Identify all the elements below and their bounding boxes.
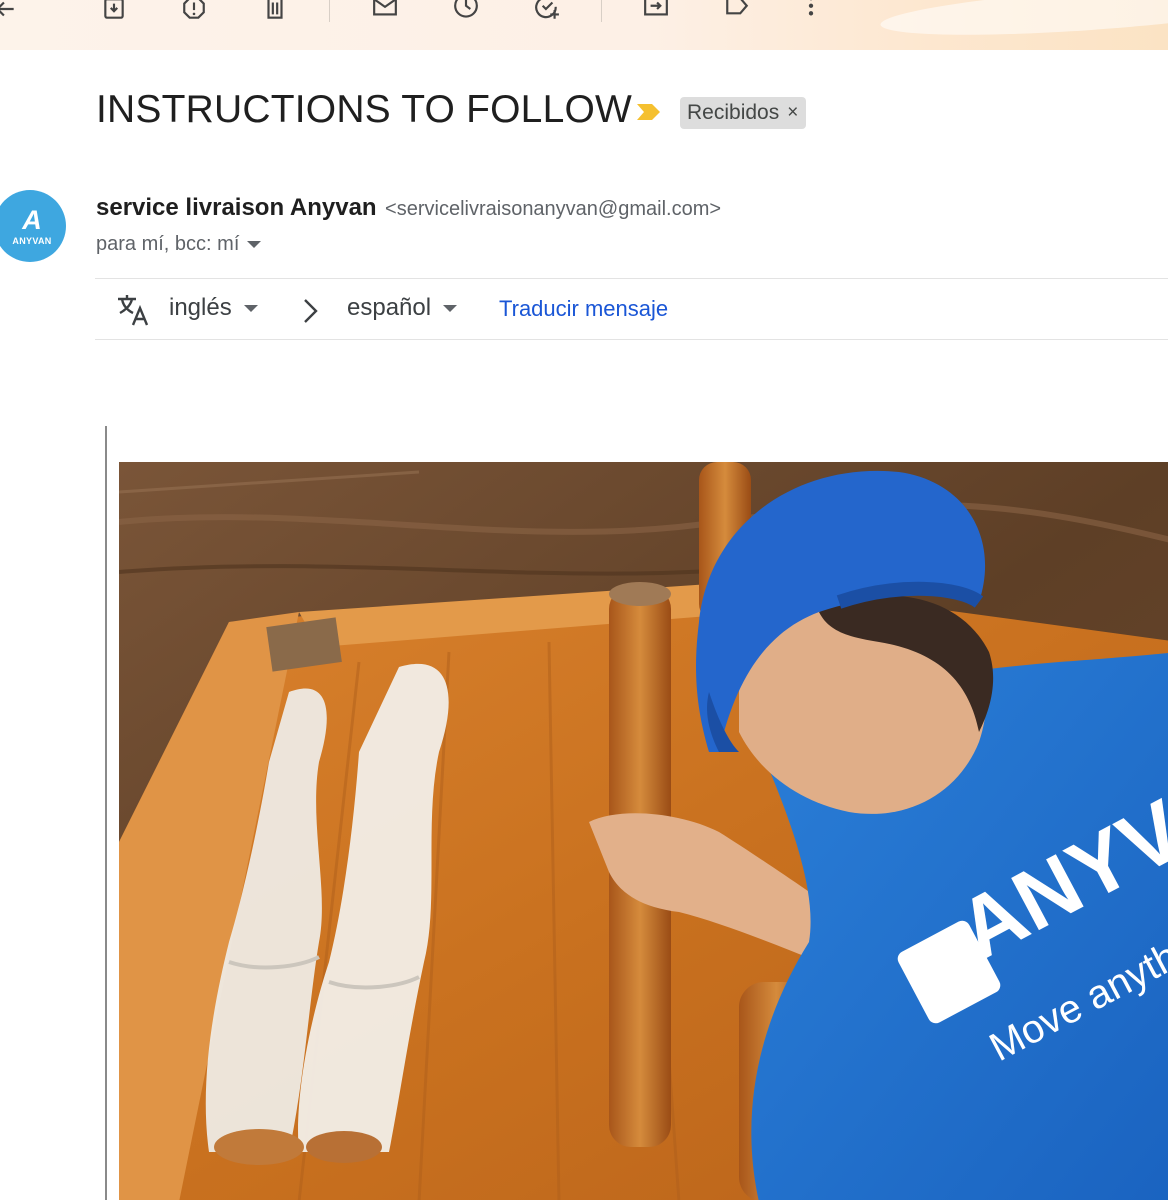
chevron-down-icon[interactable]: [247, 241, 262, 248]
translate-message-link[interactable]: Traducir mensaje: [499, 296, 668, 322]
snooze-icon[interactable]: [451, 0, 481, 24]
source-language-label: inglés: [169, 294, 232, 321]
target-language-label: español: [347, 294, 432, 321]
toolbar-separator: [601, 0, 602, 22]
archive-icon[interactable]: [99, 0, 129, 24]
delete-icon[interactable]: [260, 0, 290, 24]
back-arrow-icon[interactable]: [0, 0, 20, 24]
remove-label-icon[interactable]: ×: [787, 102, 798, 124]
avatar-logo-mark: A: [22, 204, 42, 235]
message-quote-bar: [105, 426, 107, 1200]
toolbar-background-decoration: [879, 0, 1168, 45]
translate-bar: inglés español Traducir mensaje: [95, 278, 1168, 340]
add-task-icon[interactable]: [532, 0, 562, 24]
email-toolbar: [0, 0, 1168, 50]
target-language-select[interactable]: español: [347, 294, 458, 322]
report-spam-icon[interactable]: [179, 0, 209, 24]
email-photo[interactable]: ANYV Move anythin: [119, 462, 1168, 1200]
more-options-icon[interactable]: [796, 0, 826, 24]
avatar-logo-text: ANYVAN: [12, 235, 52, 246]
inbox-label-chip: Recibidos ×: [680, 97, 807, 129]
move-to-icon[interactable]: [641, 0, 671, 24]
recipients-text: para mí, bcc: mí: [96, 233, 240, 255]
sender-line: service livraison Anyvan <servicelivrais…: [96, 194, 721, 222]
toolbar-separator: [329, 0, 330, 22]
mover-photo-illustration: ANYV Move anythin: [119, 462, 1168, 1200]
sender-avatar[interactable]: A ANYVAN: [0, 190, 66, 262]
importance-marker-icon[interactable]: [636, 102, 662, 122]
mark-unread-icon[interactable]: [370, 0, 400, 24]
sender-name[interactable]: service livraison Anyvan: [96, 194, 377, 221]
translate-icon: [118, 295, 149, 326]
sender-email: <servicelivraisonanyvan@gmail.com>: [385, 198, 722, 220]
chevron-right-icon: [304, 299, 318, 323]
source-language-select[interactable]: inglés: [169, 294, 258, 322]
email-subject: INSTRUCTIONS TO FOLLOW: [96, 88, 633, 131]
label-icon[interactable]: [722, 0, 752, 24]
chevron-down-icon: [243, 304, 258, 312]
label-chip-text: Recibidos: [687, 101, 780, 124]
chevron-down-icon: [443, 304, 458, 312]
recipients-details[interactable]: para mí, bcc: mí: [96, 233, 262, 256]
